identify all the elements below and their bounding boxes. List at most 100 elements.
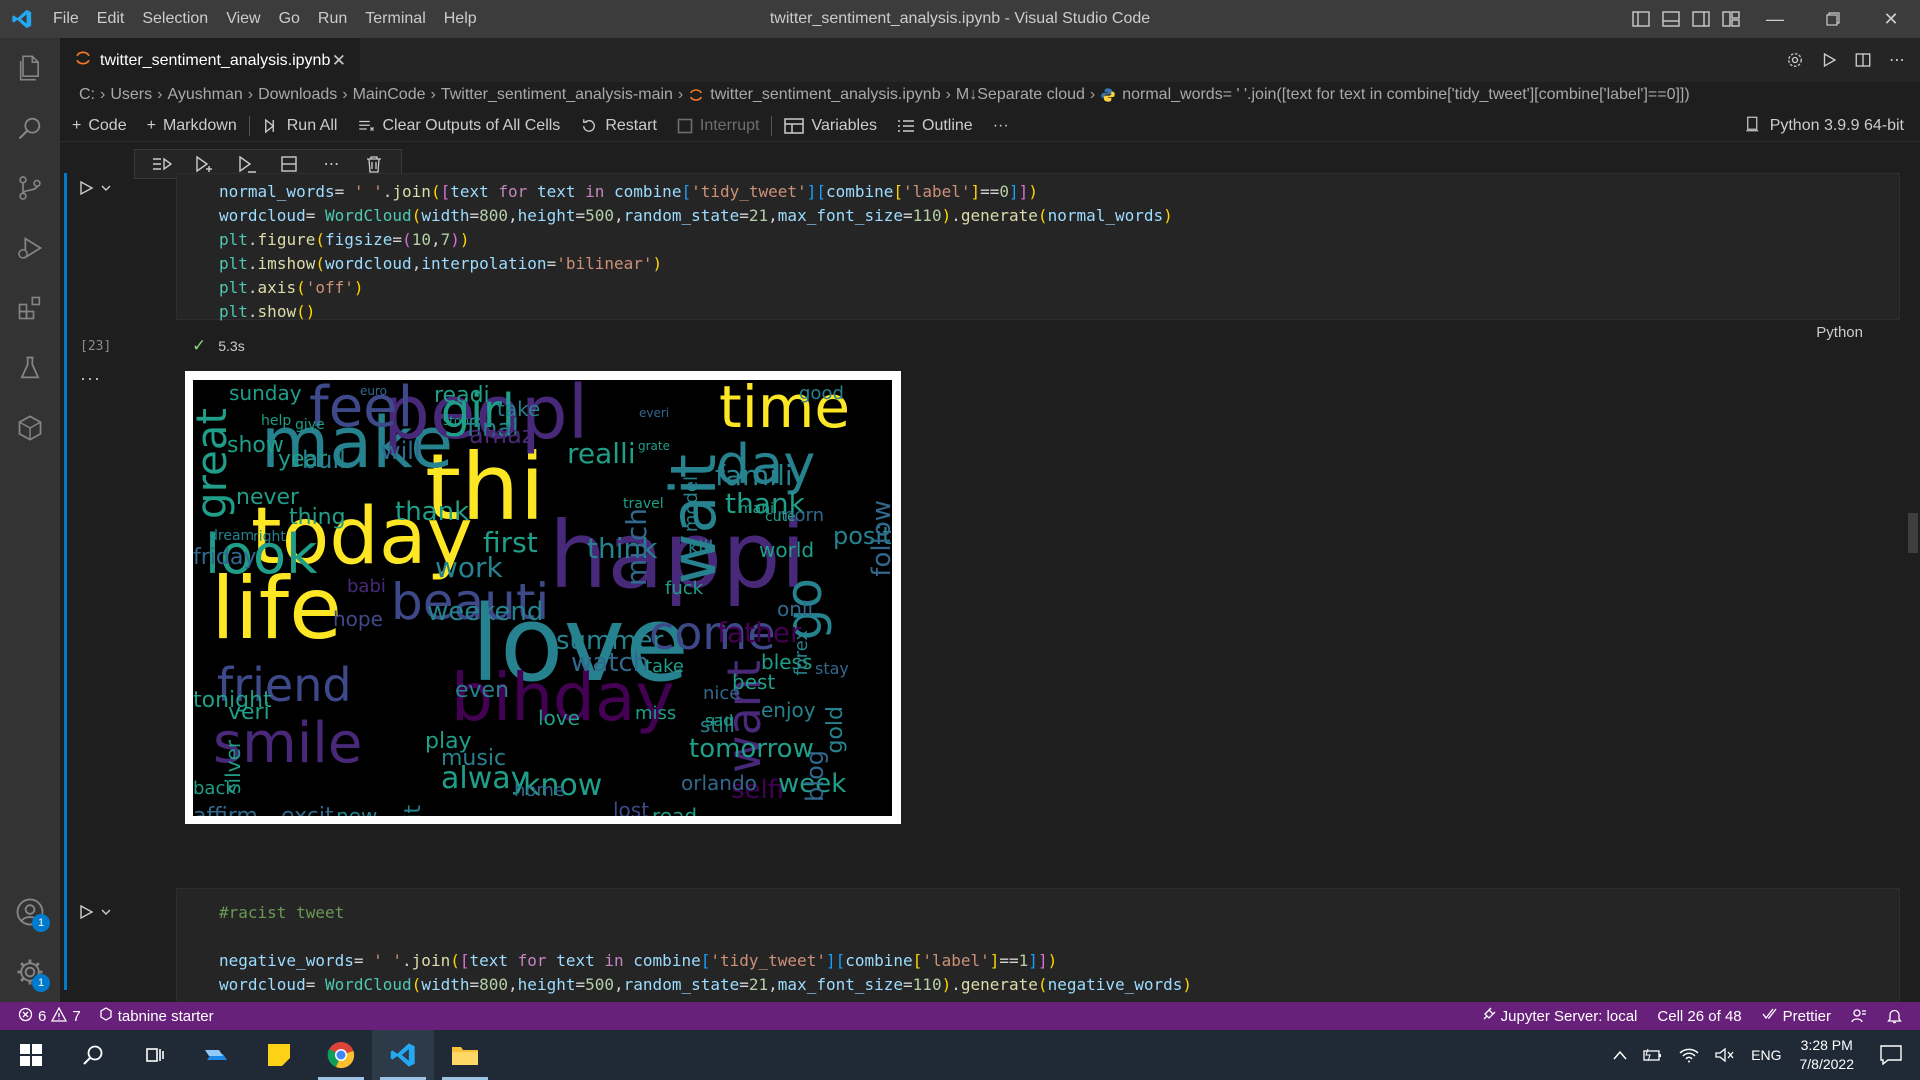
windows-start-icon[interactable] (0, 1030, 62, 1080)
remote-explorer-icon[interactable] (0, 398, 60, 458)
breadcrumb-item[interactable]: twitter_sentiment_analysis.ipynb (710, 86, 940, 104)
wordcloud-word: enjoy (761, 698, 816, 722)
breadcrumb-item[interactable]: Downloads (258, 86, 337, 104)
settings-gear-icon[interactable]: 1 (0, 942, 60, 1002)
more-actions-icon[interactable]: ⋯ (1886, 49, 1908, 71)
wordcloud-word: babi (347, 576, 386, 597)
wordcloud-word: world (759, 538, 815, 562)
jupyter-server-label: Jupyter Server: local (1500, 1007, 1638, 1025)
breadcrumb-item[interactable]: M↓Separate cloud (956, 86, 1085, 104)
wordcloud-word: gold (823, 706, 848, 754)
breadcrumb-item[interactable]: normal_words= ' '.join([text for text in… (1122, 86, 1689, 104)
tab-label: twitter_sentiment_analysis.ipynb (100, 51, 331, 69)
cell-position-label: Cell 26 of 48 (1657, 1007, 1742, 1025)
breadcrumb-item[interactable]: MainCode (353, 86, 426, 104)
wordcloud-word: blog (801, 750, 829, 802)
tab-notebook[interactable]: twitter_sentiment_analysis.ipynb ✕ (60, 38, 360, 82)
task-view-icon[interactable] (124, 1030, 186, 1080)
breadcrumb-item[interactable]: Twitter_sentiment_analysis-main (441, 86, 673, 104)
run-all-button[interactable]: Run All (262, 117, 337, 135)
minimize-window-icon[interactable]: — (1746, 0, 1804, 38)
battery-icon[interactable] (1643, 1048, 1663, 1062)
interrupt-kernel-button[interactable]: Interrupt (677, 117, 759, 135)
restart-icon (580, 117, 598, 135)
tabnine-label: tabnine starter (117, 1007, 214, 1025)
kernel-picker[interactable]: Python 3.9.9 64-bit (1744, 110, 1904, 142)
execute-above-icon[interactable] (148, 151, 176, 177)
feedback-icon[interactable] (1851, 1008, 1867, 1024)
jupyter-server-status[interactable]: Jupyter Server: local (1481, 1007, 1638, 1026)
customize-layout-icon[interactable] (1716, 0, 1746, 38)
clock[interactable]: 3:28 PM 7/8/2022 (1800, 1036, 1855, 1074)
accounts-icon[interactable]: 1 (0, 882, 60, 942)
cell-position-status[interactable]: Cell 26 of 48 (1657, 1008, 1741, 1025)
breadcrumb-item[interactable]: Users (110, 86, 152, 104)
code-content[interactable]: #racist tweet negative_words= ' '.join([… (177, 889, 1899, 997)
plus-icon: + (72, 116, 82, 134)
chrome-icon[interactable] (310, 1030, 372, 1080)
toggle-panel-icon[interactable] (1656, 0, 1686, 38)
breadcrumb-item[interactable]: Ayushman (167, 86, 242, 104)
vscode-taskbar-icon[interactable] (372, 1030, 434, 1080)
extensions-icon[interactable] (0, 278, 60, 338)
input-language[interactable]: ENG (1751, 1047, 1781, 1063)
scrollbar-thumb[interactable] (1908, 513, 1918, 553)
show-hidden-icons-chevron-up-icon[interactable] (1613, 1050, 1627, 1060)
run-all-icon (262, 117, 280, 135)
menu-view[interactable]: View (217, 0, 269, 38)
add-code-cell-button[interactable]: + Code (72, 117, 127, 135)
notification-center-icon[interactable] (1880, 1045, 1902, 1065)
breadcrumb: C: › Users › Ayushman › Downloads › MainCode… (60, 82, 1920, 108)
notebook-settings-gear-icon[interactable] (1784, 49, 1806, 71)
search-icon[interactable] (0, 98, 60, 158)
prettier-status[interactable]: Prettier (1762, 1007, 1831, 1025)
outline-button[interactable]: Outline (897, 117, 973, 135)
wordcloud-word: hope (333, 607, 383, 631)
cell-language-label[interactable]: Python (1816, 324, 1863, 341)
close-window-icon[interactable]: ✕ (1862, 0, 1920, 38)
clear-outputs-button[interactable]: Clear Outputs of All Cells (357, 117, 560, 135)
azure-data-studio-icon[interactable] (186, 1030, 248, 1080)
output-more-icon[interactable]: ··· (80, 368, 101, 389)
breadcrumb-item[interactable]: C: (79, 86, 95, 104)
run-debug-icon[interactable] (0, 218, 60, 278)
chevron-down-icon[interactable] (100, 182, 112, 194)
variables-button[interactable]: Variables (784, 117, 877, 135)
toggle-primary-sidebar-icon[interactable] (1626, 0, 1656, 38)
menu-run[interactable]: Run (309, 0, 356, 38)
run-cell-button[interactable] (78, 900, 118, 924)
testing-icon[interactable] (0, 338, 60, 398)
menu-help[interactable]: Help (435, 0, 486, 38)
volume-muted-icon[interactable] (1715, 1047, 1735, 1063)
run-play-icon[interactable] (1818, 49, 1840, 71)
restore-window-icon[interactable] (1804, 0, 1862, 38)
code-content[interactable]: normal_words= ' '.join([text for text in… (177, 174, 1899, 324)
wordcloud-word: sunday (229, 381, 302, 405)
chevron-down-icon[interactable] (100, 906, 112, 918)
menu-selection[interactable]: Selection (133, 0, 217, 38)
notifications-bell-icon[interactable] (1887, 1008, 1902, 1024)
code-cell-editor[interactable]: #racist tweet negative_words= ' '.join([… (176, 888, 1900, 1002)
toolbar-more-button[interactable]: ··· (993, 117, 1009, 135)
toggle-secondary-sidebar-icon[interactable] (1686, 0, 1716, 38)
restart-kernel-button[interactable]: Restart (580, 117, 657, 135)
explorer-icon[interactable] (0, 38, 60, 98)
file-explorer-icon[interactable] (434, 1030, 496, 1080)
tabnine-status[interactable]: tabnine starter (99, 1007, 214, 1025)
menu-file[interactable]: File (44, 0, 88, 38)
wifi-icon[interactable] (1679, 1047, 1699, 1063)
run-cell-button[interactable] (78, 176, 118, 200)
menu-edit[interactable]: Edit (88, 0, 134, 38)
problems-indicator[interactable]: 6 7 (18, 1006, 81, 1026)
add-markdown-cell-button[interactable]: + Markdown (147, 117, 237, 135)
taskbar-search-icon[interactable] (62, 1030, 124, 1080)
split-editor-icon[interactable] (1852, 49, 1874, 71)
code-cell-editor[interactable]: normal_words= ' '.join([text for text in… (176, 173, 1900, 341)
wordcloud-word: dream (209, 528, 255, 544)
menu-go[interactable]: Go (270, 0, 309, 38)
sticky-notes-icon[interactable] (248, 1030, 310, 1080)
status-bar: 6 7 tabnine starter Jupyter Server: loca… (0, 1002, 1920, 1030)
menu-terminal[interactable]: Terminal (356, 0, 434, 38)
source-control-icon[interactable] (0, 158, 60, 218)
close-tab-icon[interactable]: ✕ (332, 51, 346, 71)
